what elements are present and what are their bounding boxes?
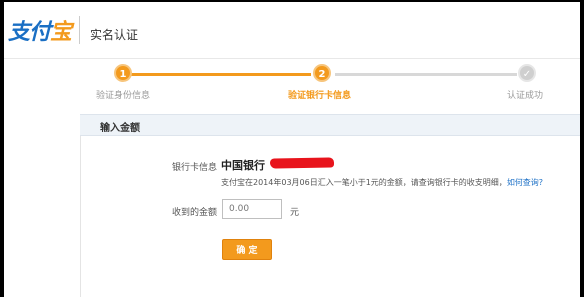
amount-input[interactable] — [222, 199, 282, 219]
remittance-hint: 支付宝在2014年03月06日汇入一笔小于1元的金额，请查询银行卡的收支明细，如… — [221, 177, 543, 188]
how-to-query-link[interactable]: 如何查询? — [507, 178, 543, 187]
step-2-circle: 2 — [313, 64, 331, 82]
page: 支付宝 实名认证 1 2 ✓ 验证身份信息 验证银行卡信息 认证成功 输入金额 … — [4, 2, 580, 297]
panel-header: 输入金额 — [80, 114, 580, 136]
logo-divider — [79, 16, 80, 44]
panel-title: 输入金额 — [100, 123, 140, 134]
step-3-label: 认证成功 — [507, 91, 544, 101]
step-1-label: 验证身份信息 — [96, 91, 151, 101]
bank-info-label: 银行卡信息 — [172, 163, 218, 173]
step-connector-todo — [335, 73, 517, 76]
logo-main-text: 支付 — [8, 19, 51, 45]
step-2-label: 验证银行卡信息 — [288, 91, 352, 101]
page-title: 实名认证 — [90, 28, 139, 42]
hint-text: 支付宝在2014年03月06日汇入一笔小于1元的金额，请查询银行卡的收支明细， — [221, 178, 507, 187]
alipay-logo[interactable]: 支付宝 — [8, 14, 72, 46]
redaction-mark — [269, 157, 335, 169]
header: 支付宝 实名认证 — [4, 2, 580, 59]
panel-left-border — [80, 136, 81, 297]
step-3-check-icon: ✓ — [518, 64, 536, 82]
confirm-button[interactable]: 确 定 — [222, 239, 272, 260]
bank-name: 中国银行 — [221, 159, 265, 172]
step-1-circle: 1 — [114, 64, 132, 82]
currency-unit: 元 — [290, 208, 300, 218]
step-connector-done — [129, 73, 311, 76]
logo-accent-text: 宝 — [50, 19, 72, 45]
amount-label: 收到的金额 — [172, 208, 218, 218]
progress-stepper: 1 2 ✓ 验证身份信息 验证银行卡信息 认证成功 — [4, 60, 580, 106]
